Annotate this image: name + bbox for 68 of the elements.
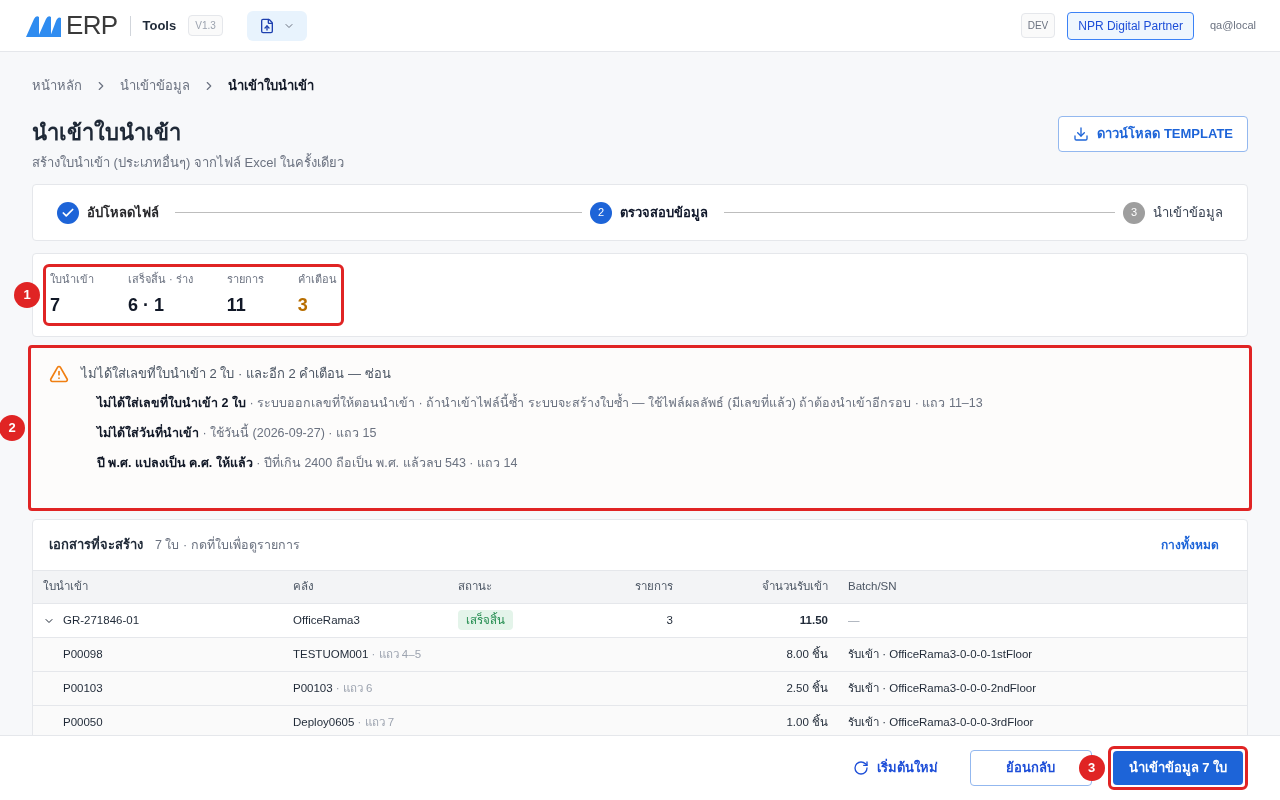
stat-label: ใบนำเข้า [50, 272, 94, 288]
stat-value: 3 [297, 293, 309, 317]
warning-item: ไม่ได้ใส่วันที่นำเข้า · ใช้วันนี้ (2026-09-27) · แถว 15 [97, 423, 378, 442]
column-header: คลัง [283, 570, 448, 604]
step-number: 2 [590, 201, 612, 224]
version-tag: V1.3 [188, 15, 223, 36]
table-cell: 8.00 ชิ้น [683, 637, 838, 672]
file-upload-icon [258, 17, 275, 34]
env-tag: DEV [1020, 13, 1056, 38]
annotation-number: 3 [1078, 755, 1105, 781]
column-header: จำนวนรับเข้า [683, 570, 838, 604]
restart-button[interactable]: เริ่มต้นใหม่ [852, 758, 938, 778]
table-cell: P00098 [33, 637, 283, 672]
table-cell: รับเข้า · OfficeRama3-0-0-0-3rdFloor [838, 705, 1247, 735]
table-cell[interactable]: GR-271846-01 [33, 603, 283, 638]
app-name: Tools [142, 16, 177, 35]
column-header: รายการ [558, 570, 683, 604]
warning-icon [49, 364, 69, 384]
stat-value: 7 [50, 293, 61, 317]
table-cell: TESTUOM001 · แถว 4–5 [283, 637, 448, 672]
breadcrumb-item[interactable]: หน้าหลัก [32, 76, 82, 96]
breadcrumb-item[interactable]: นำเข้าข้อมูล [120, 76, 190, 96]
column-header: ใบนำเข้า [33, 570, 283, 604]
warning-item: ปี พ.ศ. แปลงเป็น ค.ศ. ให้แล้ว · ปีที่เกิน 2400 ถือเป็น พ.ศ. แล้วลบ 543 · แถว 14 [97, 453, 519, 472]
warning-item: ไม่ได้ใส่เลขที่ใบนำเข้า 2 ใบ · ระบบออกเลขที่ให้ตอนนำเข้า · ถ้านำเข้าไฟล์นี้ซ้ำ ระบบจะสร้างใบซ้ำ — ใช้ไฟล์ผลลัพธ์ (มีเลขที่แล้ว) ถ้าต้องนำเข้าอีกรอบ · แถว 11–13 [97, 394, 1249, 413]
table-cell: P00103 [33, 671, 283, 706]
table-cell: 2.50 ชิ้น [683, 671, 838, 706]
annotation-number: 2 [0, 415, 25, 441]
table-cell: 11.50 [683, 603, 838, 638]
stat-value: 11 [226, 293, 247, 317]
table-cell: P00103 · แถว 6 [283, 671, 448, 706]
document-number: GR-271846-01 [63, 612, 140, 628]
stat-label: เสร็จสิ้น · ร่าง [128, 271, 193, 288]
table-cell: 1.00 ชิ้น [683, 705, 838, 735]
table-cell: 3 [558, 603, 683, 638]
logo-icon [24, 14, 62, 37]
stat-value: 6 · 1 [128, 293, 166, 317]
stat-label: รายการ [226, 272, 264, 288]
column-header: Batch/SN [838, 570, 1247, 604]
step-number: 3 [1123, 201, 1145, 224]
page-title: นำเข้าใบนำเข้า [32, 118, 182, 147]
status-tag: เสร็จสิ้น [458, 609, 513, 630]
step-label: อัปโหลดไฟล์ [87, 203, 159, 222]
download-button[interactable]: ดาวน์โหลด TEMPLATE [1058, 115, 1248, 152]
org-tag[interactable]: NPR Digital Partner [1067, 11, 1194, 40]
import-button[interactable]: นำเข้าข้อมูล 7 ใบ [1112, 751, 1243, 785]
download-icon [1073, 125, 1090, 142]
table-cell: รับเข้า · OfficeRama3-0-0-0-1stFloor [838, 637, 1247, 672]
table-cell: P00050 [33, 705, 283, 735]
table-cell: รับเข้า · OfficeRama3-0-0-0-2ndFloor [838, 671, 1247, 706]
step-label: ตรวจสอบข้อมูล [620, 203, 708, 223]
table-cell: OfficeRama3 [283, 603, 448, 638]
brand-name: ERP [66, 9, 118, 42]
user-email: qa@local [1209, 18, 1256, 34]
annotation-number: 1 [14, 282, 40, 308]
section-subtitle: 7 ใบ · กดที่ใบเพื่อดูรายการ [155, 535, 300, 555]
breadcrumb-item: นำเข้าใบนำเข้า [228, 76, 314, 95]
refresh-icon [852, 760, 869, 776]
column-header: สถานะ [448, 570, 558, 604]
section-title: เอกสารที่จะสร้าง [49, 535, 143, 555]
warning-summary[interactable]: ไม่ได้ใส่เลขที่ใบนำเข้า 2 ใบ · และอีก 2 คำเตือน — ซ่อน [81, 364, 391, 384]
stat-label: คำเตือน [297, 272, 337, 288]
table-cell: — [838, 603, 1247, 638]
page-subtitle: สร้างใบนำเข้า (ประเภทอื่นๆ) จากไฟล์ Excel ในครั้งเดียว [32, 152, 344, 172]
table-cell: Deploy0605 · แถว 7 [283, 705, 448, 735]
upload-menu-button[interactable] [246, 10, 307, 41]
step-label: นำเข้าข้อมูล [1153, 203, 1223, 223]
expand-all-link[interactable]: กางทั้งหมด [1161, 536, 1219, 554]
